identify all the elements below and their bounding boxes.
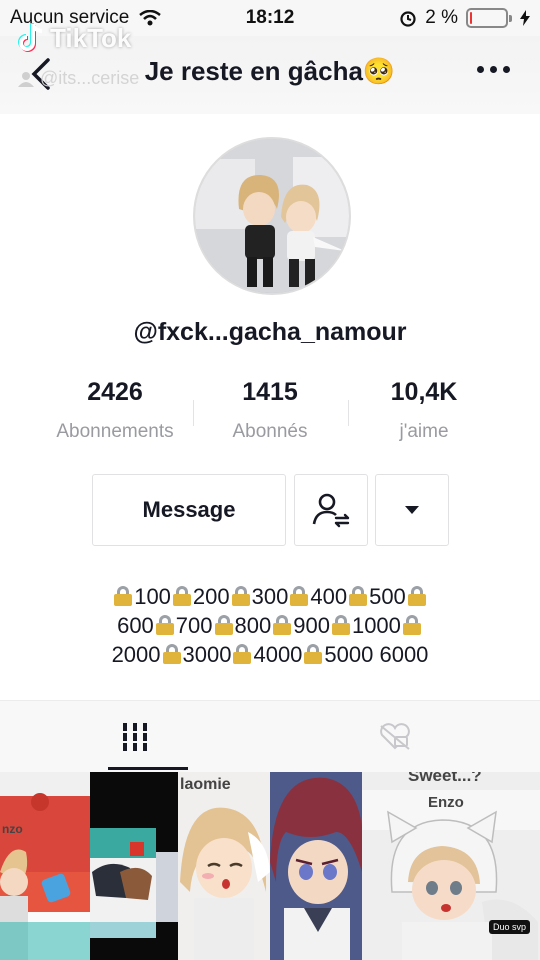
tab-liked[interactable] [260,701,530,773]
lock-icon [407,586,426,606]
watermark-user: @its...cerise [18,68,139,89]
profile-avatar[interactable] [193,137,351,295]
profile-username: @fxck...gacha_namour [133,318,407,346]
message-button[interactable]: Message [92,474,286,546]
bio-item: 2000 [111,642,161,667]
lock-icon [402,615,421,635]
bio-item: 700 [175,613,213,638]
tiktok-logo-icon [18,23,43,52]
grid-icon [123,723,147,751]
follow-toggle-button[interactable] [294,474,368,546]
status-right: 2 % [399,7,530,29]
video-caption: Sweet...? [408,772,482,785]
alarm-icon [400,11,416,27]
video-grid: nzo laomie Sweet...? Enzo Duo svp [0,772,540,960]
liked-hidden-icon [380,723,410,750]
battery-icon [466,8,512,28]
thumbnail-art [0,793,90,960]
stat-value: 1415 [242,378,298,406]
suggested-accounts-button[interactable] [375,474,449,546]
bio-item: 600 [117,613,154,638]
stat-value: 10,4K [390,378,458,406]
bio-item: 1000 [351,613,401,638]
bio-item: 5000 6000 [324,642,429,667]
stat-likes[interactable]: 10,4K j'aime [334,378,514,443]
lock-icon [290,586,309,606]
lock-icon [233,644,252,664]
video-subcaption: Enzo [428,794,464,811]
lock-icon [273,615,292,635]
video-thumbnail[interactable]: laomie [178,772,270,960]
bio-line-3: 2000 3000 4000 5000 6000 [60,640,480,669]
bio-item: 3000 [182,642,232,667]
stat-value: 2426 [87,378,143,406]
stat-followers[interactable]: 1415 Abonnés [180,378,360,443]
profile-bio: 100 200 300 400 500 600 700 800 900 1000 2000 300… [60,582,480,669]
tiktok-watermark: TikTok [16,22,131,54]
more-options-button[interactable] [477,66,510,73]
thumbnail-art [270,777,362,960]
lock-icon [304,644,323,664]
thumbnail-art [90,828,178,938]
watermark-app-name: TikTok [50,22,132,53]
tab-active-indicator [108,767,188,770]
video-caption: laomie [180,776,231,793]
watermark-username: @its...cerise [40,68,140,88]
charging-icon [520,10,530,26]
bio-item: 800 [234,613,272,638]
video-caption: nzo [2,822,23,836]
thumbnail-art [180,807,270,960]
video-thumbnail[interactable] [90,772,178,960]
more-dot [477,66,484,73]
lock-icon [162,644,181,664]
bio-item: 500 [369,584,406,609]
stat-label: Abonnements [56,421,174,442]
bio-item: 900 [293,613,330,638]
bio-item: 4000 [253,642,303,667]
tab-videos[interactable] [0,701,270,773]
content-tabs [0,700,540,772]
bio-item: 200 [192,584,230,609]
video-thumbnail[interactable]: Sweet...? Enzo Duo svp [362,772,540,960]
battery-percent: 2 % [425,7,458,28]
user-icon [18,71,34,87]
video-thumbnail[interactable]: nzo [0,772,90,960]
stat-following[interactable]: 2426 Abonnements [25,378,205,443]
bio-line-1: 100 200 300 400 500 [60,582,480,611]
lock-icon [331,615,350,635]
user-follow-icon [312,493,350,528]
bio-item: 400 [310,584,348,609]
profile-stats: 2426 Abonnements 1415 Abonnés 10,4K j'ai… [0,378,540,448]
bio-item: 300 [251,584,289,609]
stat-label: Abonnés [232,421,308,442]
video-thumbnail[interactable] [270,772,362,960]
avatar-image [195,139,349,293]
stat-label: j'aime [399,421,449,442]
lock-icon [214,615,233,635]
video-badge: Duo svp [488,920,530,934]
battery-level-fill [470,12,472,24]
lock-icon [349,586,368,606]
bio-line-2: 600 700 800 900 1000 [60,611,480,640]
lock-icon [172,586,191,606]
more-dot [490,66,497,73]
bio-item: 100 [134,584,171,609]
lock-icon [231,586,250,606]
lock-icon [114,586,133,606]
caret-down-icon [405,506,419,514]
more-dot [503,66,510,73]
lock-icon [155,615,174,635]
